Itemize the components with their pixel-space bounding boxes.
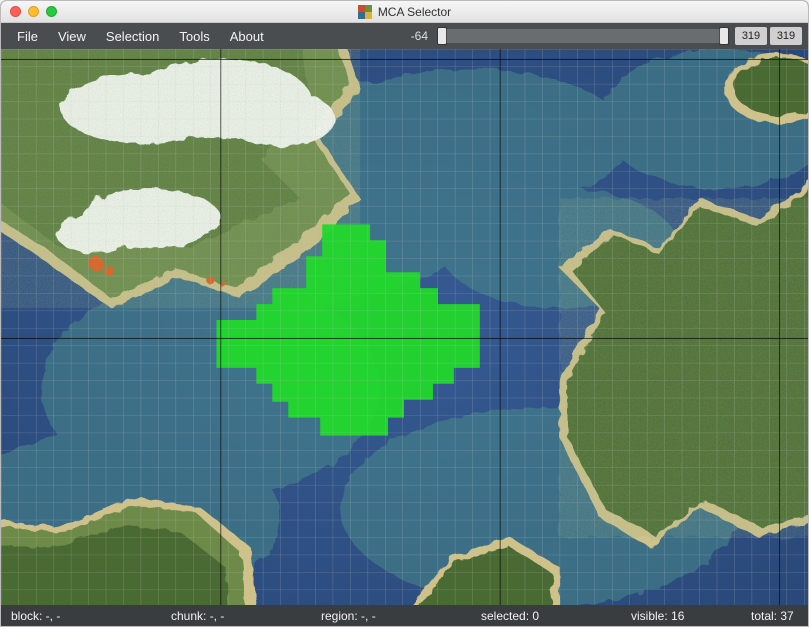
menu-file[interactable]: File	[7, 26, 48, 47]
height-range-handle-lo[interactable]	[438, 28, 446, 44]
menu-view[interactable]: View	[48, 26, 96, 47]
app-window: MCA Selector File View Selection Tools A…	[0, 0, 809, 627]
menubar: File View Selection Tools About -64 319 …	[1, 23, 808, 49]
status-chunk: chunk: -, -	[161, 609, 311, 623]
map-canvas	[1, 49, 808, 605]
maximize-icon[interactable]	[46, 6, 57, 17]
height-range-readout-1: 319	[735, 27, 767, 45]
region-grid-overlay	[1, 49, 808, 605]
window-title: MCA Selector	[378, 5, 451, 19]
map-viewport[interactable]	[1, 49, 808, 605]
status-visible: visible: 16	[621, 609, 741, 623]
status-total: total: 37	[741, 609, 808, 623]
height-range-readout-2: 319	[770, 27, 802, 45]
menu-selection[interactable]: Selection	[96, 26, 169, 47]
height-range-handle-hi[interactable]	[720, 28, 728, 44]
status-block: block: -, -	[1, 609, 161, 623]
close-icon[interactable]	[10, 6, 21, 17]
minimize-icon[interactable]	[28, 6, 39, 17]
status-region: region: -, -	[311, 609, 471, 623]
status-selected: selected: 0	[471, 609, 621, 623]
menu-tools[interactable]: Tools	[169, 26, 219, 47]
mca-selector-icon	[358, 5, 372, 19]
statusbar: block: -, - chunk: -, - region: -, - sel…	[1, 605, 808, 626]
height-range-slider[interactable]	[438, 29, 728, 43]
menu-about[interactable]: About	[220, 26, 274, 47]
height-range-value: -64	[405, 29, 434, 43]
titlebar: MCA Selector	[1, 1, 808, 23]
